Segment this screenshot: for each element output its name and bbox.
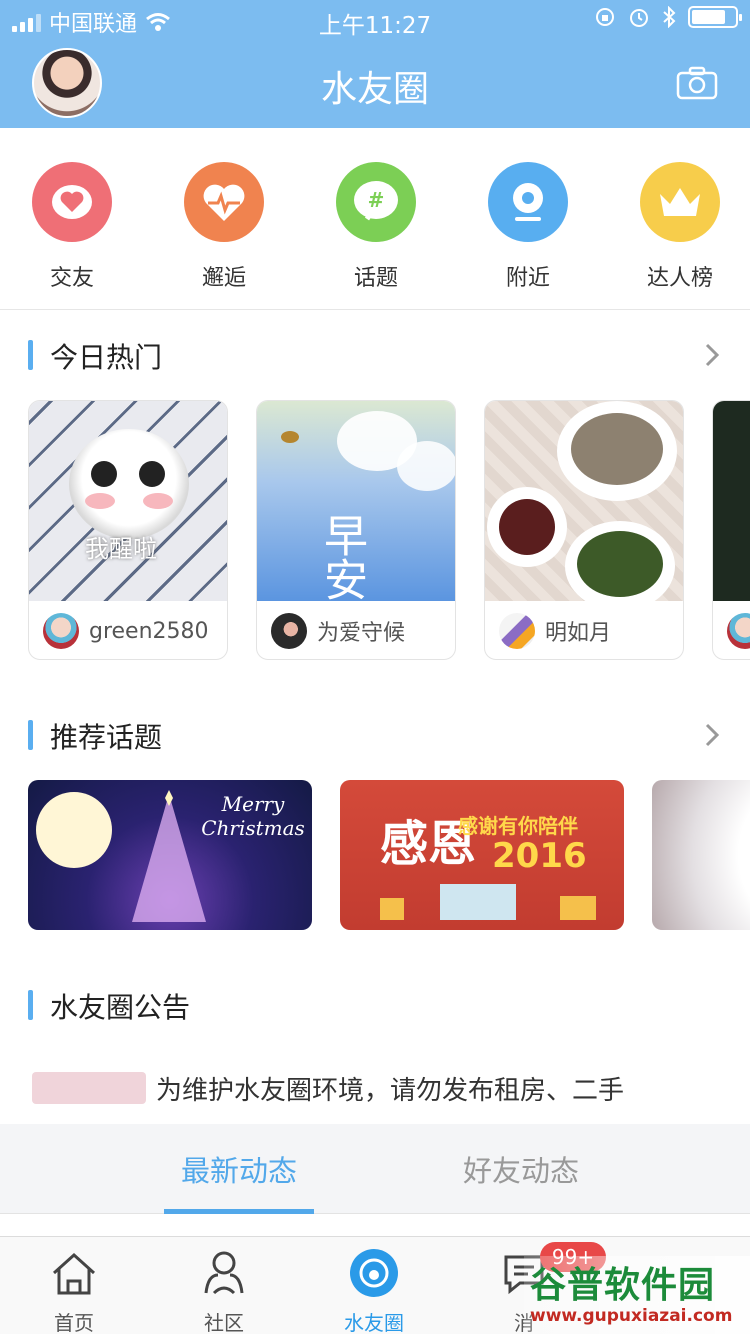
moon-image xyxy=(36,792,112,868)
nav-label: 社区 xyxy=(204,1311,244,1334)
hot-card[interactable]: 我醒啦 green2580 xyxy=(28,400,228,660)
building-image xyxy=(380,898,404,920)
card-username: 明如月 xyxy=(545,621,612,646)
banner-sub-text: 感谢有你陪伴 xyxy=(458,814,578,838)
recommended-topics-title: 推荐话题 xyxy=(50,721,163,754)
entry-label: 邂逅 xyxy=(201,266,246,291)
section-accent-bar xyxy=(28,990,33,1020)
entry-label: 达人榜 xyxy=(646,266,713,291)
entry-ranking[interactable]: 达人榜 xyxy=(640,162,720,292)
hot-card[interactable] xyxy=(712,400,750,660)
card-footer: green2580 xyxy=(29,601,227,659)
tab-active-indicator xyxy=(164,1209,314,1214)
nav-home[interactable]: 首页 xyxy=(19,1247,129,1334)
card-footer: 明如月 xyxy=(485,601,683,659)
tab-latest[interactable]: 最新动态 xyxy=(164,1124,314,1214)
camera-icon[interactable] xyxy=(676,66,718,100)
entry-encounter[interactable]: 邂逅 xyxy=(184,162,264,292)
section-accent-bar xyxy=(28,340,33,370)
rotation-lock-icon xyxy=(596,8,614,26)
notice-title: 水友圈公告 xyxy=(50,991,191,1024)
crown-icon xyxy=(640,162,720,242)
watermark-main: 谷普软件园 xyxy=(530,1265,716,1306)
location-icon xyxy=(488,162,568,242)
topic-banner-pet[interactable] xyxy=(652,780,750,930)
notice-author-mask xyxy=(32,1072,146,1104)
building-image xyxy=(560,896,596,920)
card-footer: 为爱守候 xyxy=(257,601,455,659)
entry-label: 附近 xyxy=(505,266,550,291)
entry-label: 话题 xyxy=(353,266,398,291)
nav-label: 水友圈 xyxy=(344,1311,404,1334)
svg-text:#: # xyxy=(368,188,385,212)
circle-icon xyxy=(350,1249,398,1297)
user-avatar xyxy=(43,613,79,649)
card-image xyxy=(485,401,683,611)
bluetooth-icon xyxy=(663,6,676,28)
hot-cards: 我醒啦 green2580 早安 为爱守候 明如月 xyxy=(0,400,750,662)
tab-friends[interactable]: 好友动态 xyxy=(446,1124,596,1214)
topic-banner-christmas[interactable]: Merry Christmas xyxy=(28,780,312,930)
card-username: green2580 xyxy=(89,618,209,644)
status-bar: 中国联通 上午11:27 xyxy=(0,0,750,40)
banner-year: 2016 xyxy=(492,836,587,876)
card-image-caption: 早安 xyxy=(316,513,367,601)
card-footer xyxy=(713,601,750,659)
heartbeat-icon xyxy=(184,162,264,242)
card-username: 为爱守候 xyxy=(317,621,406,646)
card-image: 我醒啦 xyxy=(29,401,227,601)
status-right xyxy=(594,6,742,28)
hot-today-header[interactable]: 今日热门 xyxy=(0,330,750,380)
quick-entries: 交友 邂逅 # 话题 附近 达人榜 xyxy=(0,128,750,310)
entry-nearby[interactable]: 附近 xyxy=(488,162,568,292)
hot-card[interactable]: 明如月 xyxy=(484,400,684,660)
tab-label: 最新动态 xyxy=(180,1154,297,1188)
hot-card[interactable]: 早安 为爱守候 xyxy=(256,400,456,660)
topic-banners: Merry Christmas 感恩 感谢有你陪伴 2016 xyxy=(0,780,750,930)
nav-circle[interactable]: 水友圈 xyxy=(319,1247,429,1334)
tab-label: 好友动态 xyxy=(462,1154,579,1188)
user-avatar xyxy=(499,613,535,649)
watermark: 谷普软件园 www.gupuxiazai.com xyxy=(524,1256,750,1334)
chevron-right-icon[interactable] xyxy=(702,340,722,370)
battery-icon xyxy=(688,6,742,28)
nav-community[interactable]: 社区 xyxy=(169,1247,279,1334)
feed-tabs: 最新动态 好友动态 xyxy=(0,1124,750,1214)
banner-text: Merry Christmas xyxy=(201,792,305,840)
entry-make-friends[interactable]: 交友 xyxy=(32,162,112,292)
card-image-caption: 我醒啦 xyxy=(85,535,157,563)
entry-topics[interactable]: # 话题 xyxy=(336,162,416,292)
user-avatar xyxy=(271,613,307,649)
page-title: 水友圈 xyxy=(320,69,429,110)
card-image xyxy=(713,401,750,601)
notice-text: 为维护水友圈环境，请勿发布租房、二手 xyxy=(156,1075,625,1106)
card-image: 早安 xyxy=(257,401,455,601)
home-icon xyxy=(52,1252,96,1295)
chevron-right-icon[interactable] xyxy=(702,720,722,750)
watermark-url: www.gupuxiazai.com xyxy=(530,1306,733,1326)
topic-banner-thanks[interactable]: 感恩 感谢有你陪伴 2016 xyxy=(340,780,624,930)
building-image xyxy=(440,884,516,920)
app-header: 中国联通 上午11:27 水友圈 xyxy=(0,0,750,128)
heart-icon xyxy=(32,162,112,242)
community-icon xyxy=(204,1251,244,1295)
nav-label: 首页 xyxy=(54,1311,94,1334)
section-accent-bar xyxy=(28,720,33,750)
notice-content[interactable]: 为维护水友圈环境，请勿发布租房、二手 xyxy=(32,1068,624,1108)
hashtag-icon: # xyxy=(336,162,416,242)
user-avatar xyxy=(727,613,750,649)
hot-today-title: 今日热门 xyxy=(50,341,163,374)
alarm-icon xyxy=(630,9,648,27)
recommended-topics-header[interactable]: 推荐话题 xyxy=(0,710,750,760)
notice-header: 水友圈公告 xyxy=(0,980,750,1030)
entry-label: 交友 xyxy=(49,266,94,291)
